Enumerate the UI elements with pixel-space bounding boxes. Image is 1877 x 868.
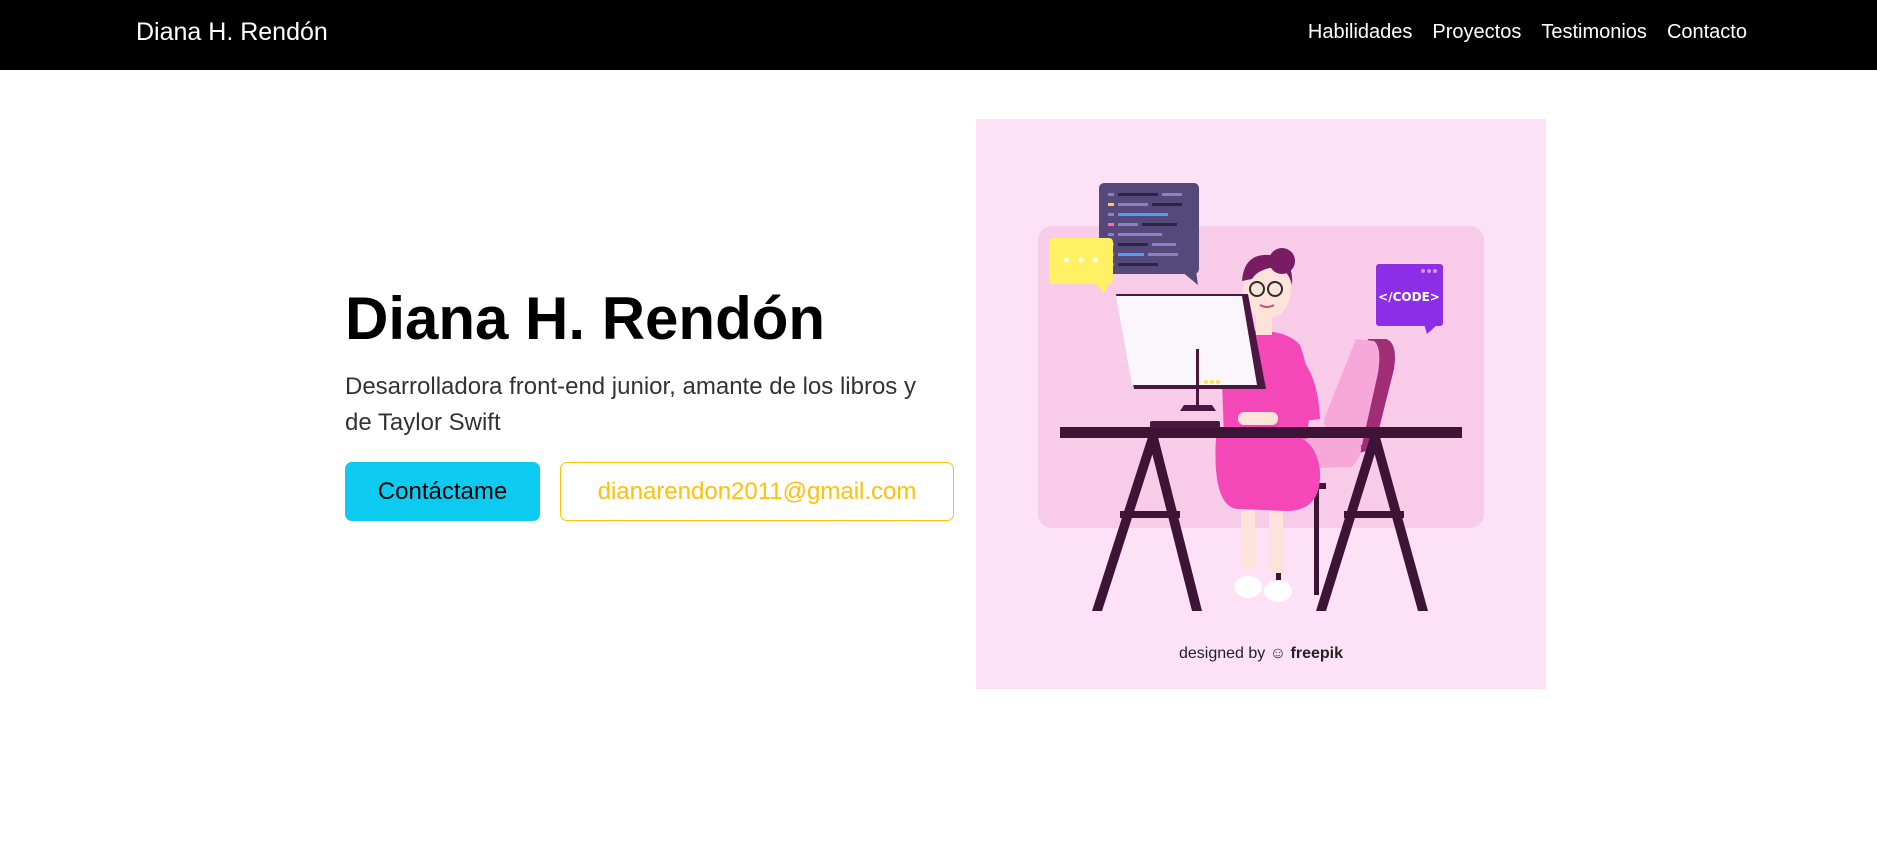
hero-buttons: Contáctame dianarendon2011@gmail.com: [345, 462, 954, 521]
nav-item: Habilidades: [1308, 21, 1413, 44]
developer-illustration: • • • </CODE>: [1038, 183, 1484, 611]
code-badge-text: </CODE>: [1378, 290, 1440, 304]
nav-item: Testimonios: [1541, 21, 1647, 44]
nav-link-testimonios[interactable]: Testimonios: [1541, 21, 1647, 43]
nav-link-proyectos[interactable]: Proyectos: [1432, 21, 1521, 43]
email-button[interactable]: dianarendon2011@gmail.com: [560, 462, 954, 521]
nav-item: Proyectos: [1432, 21, 1521, 44]
nav-item: Contacto: [1667, 21, 1747, 44]
navbar: Diana H. Rendón Habilidades Proyectos Te…: [0, 0, 1877, 70]
hero-section: Diana H. Rendón Desarrolladora front-end…: [345, 283, 945, 441]
freepik-credit: designed by ☺ freepik: [976, 645, 1546, 663]
nav-links: Habilidades Proyectos Testimonios Contac…: [1308, 21, 1747, 44]
hero-subtitle: Desarrolladora front-end junior, amante …: [345, 373, 916, 436]
chat-dots: • • •: [1062, 251, 1100, 270]
hero-illustration: • • • </CODE> designed by ☺ freepik: [976, 119, 1546, 689]
freepik-logo-icon: ☺: [1269, 645, 1287, 662]
nav-link-habilidades[interactable]: Habilidades: [1308, 21, 1413, 43]
code-window-icon: [1099, 183, 1199, 285]
credit-brand: freepik: [1290, 645, 1343, 662]
hero-title: Diana H. Rendón: [345, 285, 826, 352]
contact-button[interactable]: Contáctame: [345, 462, 540, 521]
code-bubble-icon: </CODE>: [1376, 264, 1443, 334]
credit-prefix: designed by: [1178, 645, 1266, 662]
nav-link-contacto[interactable]: Contacto: [1667, 21, 1747, 43]
navbar-brand[interactable]: Diana H. Rendón: [136, 18, 328, 47]
